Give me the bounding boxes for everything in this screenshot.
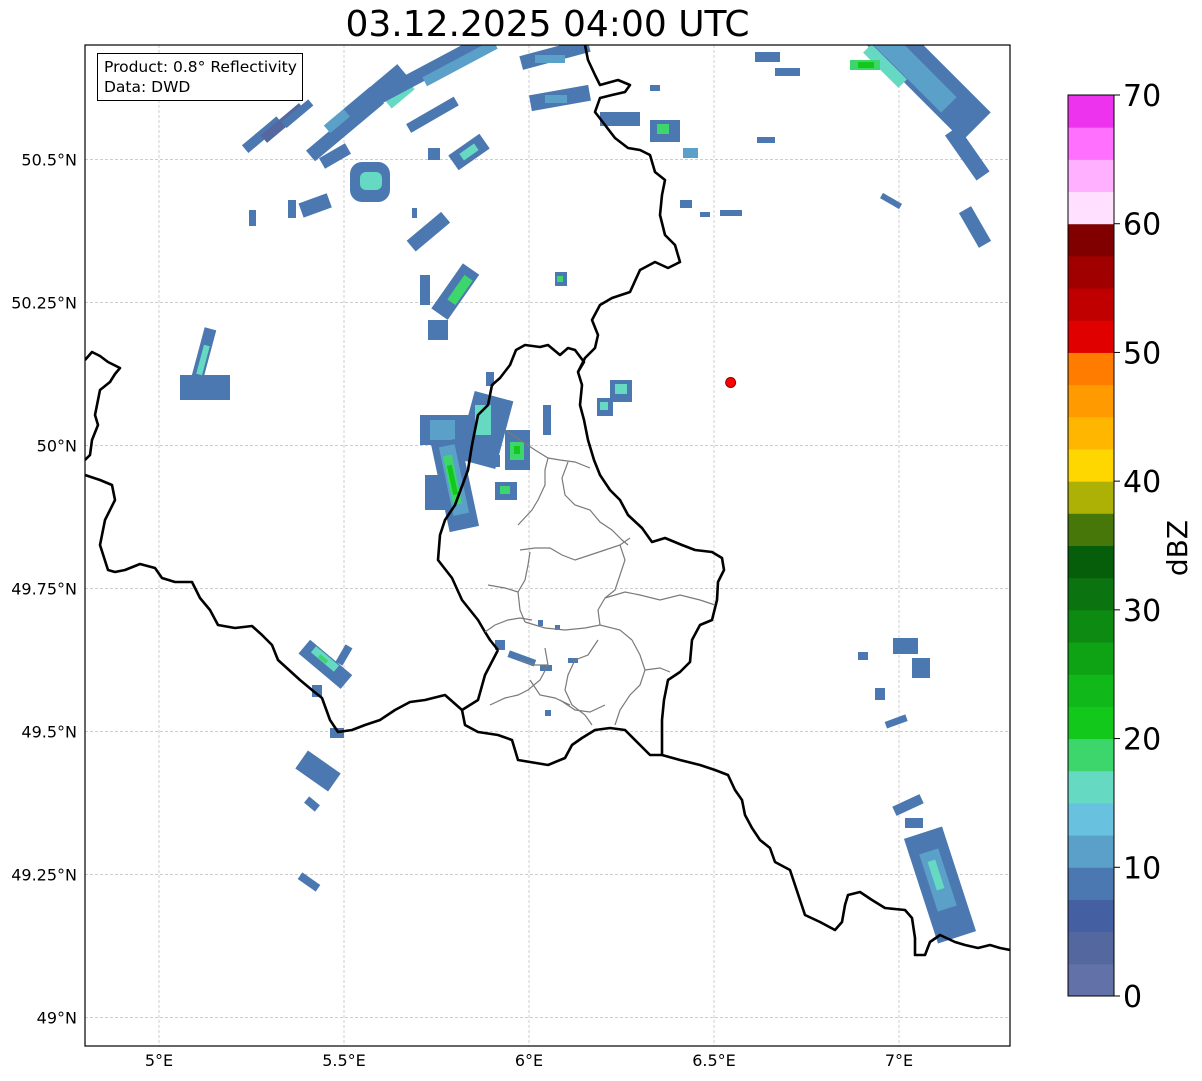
colorbar-swatch [1068, 416, 1114, 450]
colorbar-swatch [1068, 609, 1114, 643]
colorbar-swatch [1068, 738, 1114, 772]
colorbar-swatch [1068, 352, 1114, 386]
colorbar-swatch [1068, 867, 1114, 900]
colorbar-swatch [1068, 674, 1114, 707]
colorbar-swatch [1068, 770, 1114, 804]
colorbar-tick-label: 60 [1123, 208, 1161, 243]
colorbar-swatch [1068, 545, 1114, 579]
colorbar-swatch [1068, 481, 1114, 514]
colorbar-swatch [1068, 931, 1114, 965]
colorbar-swatch [1068, 577, 1114, 611]
colorbar-swatch [1068, 191, 1114, 225]
colorbar-swatch [1068, 384, 1114, 418]
colorbar-swatch [1068, 320, 1114, 353]
colorbar-tick-label: 70 [1123, 79, 1161, 114]
colorbar-swatch [1068, 255, 1114, 289]
colorbar-ticks: 0 10 20 30 40 50 60 70 [1114, 79, 1161, 1015]
colorbar-swatch [1068, 963, 1114, 997]
colorbar-tick-label: 20 [1123, 723, 1161, 758]
colorbar-swatch [1068, 513, 1114, 546]
colorbar-swatch [1068, 288, 1114, 321]
colorbar-tick-label: 10 [1123, 851, 1161, 886]
colorbar-tick-label: 0 [1123, 980, 1142, 1015]
colorbar: 0 10 20 30 40 50 60 70 dBZ [1067, 79, 1194, 1015]
colorbar-swatch [1068, 127, 1114, 160]
colorbar-swatch [1068, 223, 1114, 257]
colorbar-tick-label: 50 [1123, 336, 1161, 371]
colorbar-swatch [1068, 448, 1114, 482]
colorbar-label: dBZ [1161, 520, 1194, 576]
colorbar-swatch [1068, 642, 1114, 675]
colorbar-tick-label: 40 [1123, 465, 1161, 500]
colorbar-swatch [1068, 95, 1114, 128]
colorbar-swatch [1068, 835, 1114, 868]
colorbar-tick-label: 30 [1123, 594, 1161, 629]
colorbar-swatches [1068, 95, 1114, 997]
colorbar-swatch [1068, 159, 1114, 193]
colorbar-swatch [1068, 706, 1114, 740]
colorbar-swatch [1068, 802, 1114, 836]
colorbar-swatch [1068, 899, 1114, 933]
